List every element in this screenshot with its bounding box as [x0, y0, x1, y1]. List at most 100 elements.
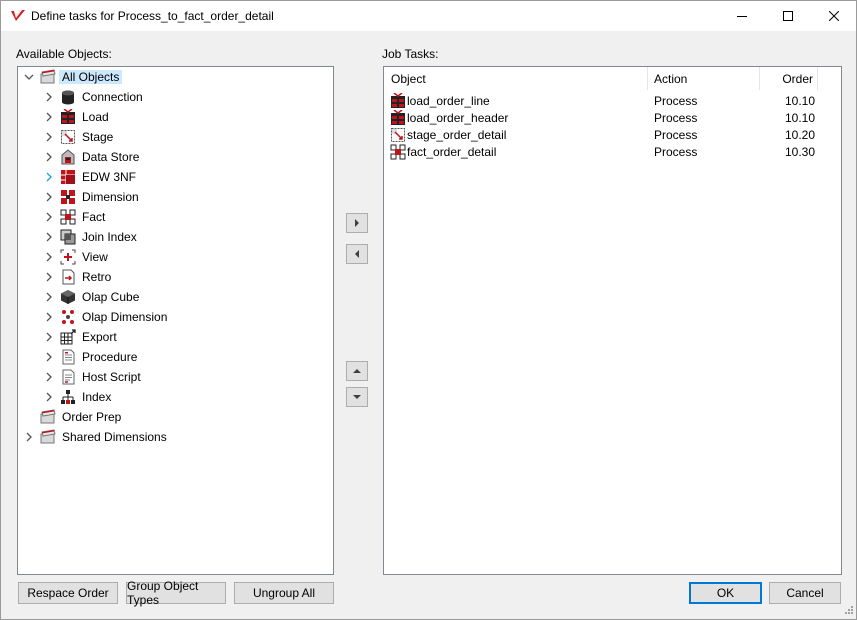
- task-action: Process: [654, 94, 698, 108]
- group-object-types-button[interactable]: Group Object Types: [126, 579, 226, 607]
- task-action: Process: [654, 145, 698, 159]
- available-objects-tree[interactable]: All Objects Connection Load Stage Data Store…: [17, 66, 334, 575]
- close-icon: [829, 11, 839, 21]
- resize-grip-icon[interactable]: [842, 605, 854, 617]
- tree-item[interactable]: Retro: [18, 267, 328, 287]
- chevron-right-icon[interactable]: [42, 90, 56, 104]
- tree-item[interactable]: Connection: [18, 87, 328, 107]
- data-store-icon: [61, 149, 75, 165]
- tree-item[interactable]: Index: [18, 387, 328, 407]
- load-table-icon: [391, 93, 405, 108]
- load-table-icon: [391, 110, 405, 125]
- task-row[interactable]: load_order_line Process 10.10: [385, 92, 840, 109]
- title-bar[interactable]: Define tasks for Process_to_fact_order_d…: [1, 1, 856, 31]
- chevron-right-icon[interactable]: [42, 290, 56, 304]
- load-table-icon: [61, 109, 75, 124]
- task-action: Process: [654, 111, 698, 125]
- olap-cube-icon: [61, 290, 75, 304]
- tree-item-label: Export: [82, 330, 117, 344]
- chevron-right-icon[interactable]: [42, 250, 56, 264]
- job-tasks-list[interactable]: Object Action Order load_order_line Proce…: [383, 66, 842, 575]
- column-header-object-label: Object: [391, 71, 426, 86]
- procedure-icon: [62, 349, 75, 365]
- tree-item[interactable]: Join Index: [18, 227, 328, 247]
- column-header-action[interactable]: Action: [648, 67, 760, 90]
- task-row[interactable]: fact_order_detail Process 10.30: [385, 143, 840, 160]
- tree-item[interactable]: Olap Dimension: [18, 307, 328, 327]
- tree-item[interactable]: All Objects: [18, 67, 328, 87]
- chevron-right-icon[interactable]: [22, 430, 36, 444]
- respace-order-button[interactable]: Respace Order: [18, 582, 118, 604]
- task-object-name: load_order_header: [407, 111, 509, 125]
- task-order: 10.30: [784, 145, 815, 159]
- cancel-button[interactable]: Cancel: [769, 582, 841, 604]
- chevron-right-icon[interactable]: [42, 190, 56, 204]
- tree-item-label: View: [82, 250, 108, 264]
- chevron-down-icon[interactable]: [22, 70, 36, 84]
- column-header-object[interactable]: Object: [384, 67, 648, 90]
- tree-item-label: Data Store: [82, 150, 140, 164]
- tree-item[interactable]: Stage: [18, 127, 328, 147]
- arrow-right-icon: [355, 219, 359, 227]
- chevron-right-icon[interactable]: [42, 150, 56, 164]
- tree-item[interactable]: Order Prep: [18, 407, 328, 427]
- tree-item[interactable]: Host Script: [18, 367, 328, 387]
- close-button[interactable]: [811, 1, 857, 31]
- arrow-down-icon: [353, 395, 361, 399]
- chevron-right-icon[interactable]: [42, 310, 56, 324]
- stage-table-icon: [391, 128, 405, 142]
- tree-item[interactable]: Export: [18, 327, 328, 347]
- move-up-button[interactable]: [346, 361, 368, 381]
- window-title: Define tasks for Process_to_fact_order_d…: [31, 9, 274, 23]
- task-object-name: fact_order_detail: [407, 145, 497, 159]
- tree-item[interactable]: Procedure: [18, 347, 328, 367]
- join-index-icon: [60, 229, 76, 245]
- move-down-button[interactable]: [346, 387, 368, 407]
- tree-item-label: All Objects: [59, 70, 123, 84]
- task-order: 10.20: [784, 128, 815, 142]
- tree-item-label: Dimension: [82, 190, 139, 204]
- column-header-order-label: Order: [782, 71, 813, 86]
- column-header-order[interactable]: Order: [760, 67, 818, 90]
- tree-item[interactable]: Olap Cube: [18, 287, 328, 307]
- minimize-button[interactable]: [719, 1, 765, 31]
- chevron-right-icon[interactable]: [42, 230, 56, 244]
- fact-icon: [390, 144, 406, 160]
- dimension-icon: [61, 190, 75, 204]
- tree-item-label: Connection: [82, 90, 143, 104]
- ok-button[interactable]: OK: [689, 582, 762, 604]
- chevron-right-icon[interactable]: [42, 210, 56, 224]
- tree-item-label: Load: [82, 110, 109, 124]
- tree-item-label: Index: [82, 390, 112, 404]
- edw-3nf-icon: [61, 170, 75, 184]
- tree-item-label: Olap Cube: [82, 290, 140, 304]
- task-row[interactable]: load_order_header Process 10.10: [385, 109, 840, 126]
- tree-item-label: Host Script: [82, 370, 141, 384]
- chevron-right-icon[interactable]: [42, 130, 56, 144]
- remove-task-button[interactable]: [346, 244, 368, 264]
- chevron-right-icon[interactable]: [42, 330, 56, 344]
- tree-item[interactable]: Load: [18, 107, 328, 127]
- add-task-button[interactable]: [346, 213, 368, 233]
- tree-item[interactable]: Fact: [18, 207, 328, 227]
- chevron-right-icon[interactable]: [42, 110, 56, 124]
- olap-dimension-icon: [62, 310, 74, 324]
- tree-item[interactable]: EDW 3NF: [18, 167, 328, 187]
- chevron-right-icon[interactable]: [42, 370, 56, 384]
- tree-item[interactable]: Data Store: [18, 147, 328, 167]
- fact-icon: [60, 209, 76, 225]
- chevron-right-icon[interactable]: [42, 350, 56, 364]
- chevron-right-icon[interactable]: [42, 170, 56, 184]
- chevron-right-icon[interactable]: [42, 270, 56, 284]
- tree-item[interactable]: Dimension: [18, 187, 328, 207]
- ungroup-all-button[interactable]: Ungroup All: [234, 582, 334, 604]
- dialog-window: Define tasks for Process_to_fact_order_d…: [0, 0, 857, 620]
- tree-item[interactable]: View: [18, 247, 328, 267]
- column-header-action-label: Action: [654, 71, 688, 86]
- arrow-up-icon: [353, 369, 361, 373]
- task-row[interactable]: stage_order_detail Process 10.20: [385, 126, 840, 143]
- tree-item[interactable]: Shared Dimensions: [18, 427, 328, 447]
- tree-item-label: Shared Dimensions: [62, 430, 167, 444]
- chevron-right-icon[interactable]: [42, 390, 56, 404]
- maximize-button[interactable]: [765, 1, 811, 31]
